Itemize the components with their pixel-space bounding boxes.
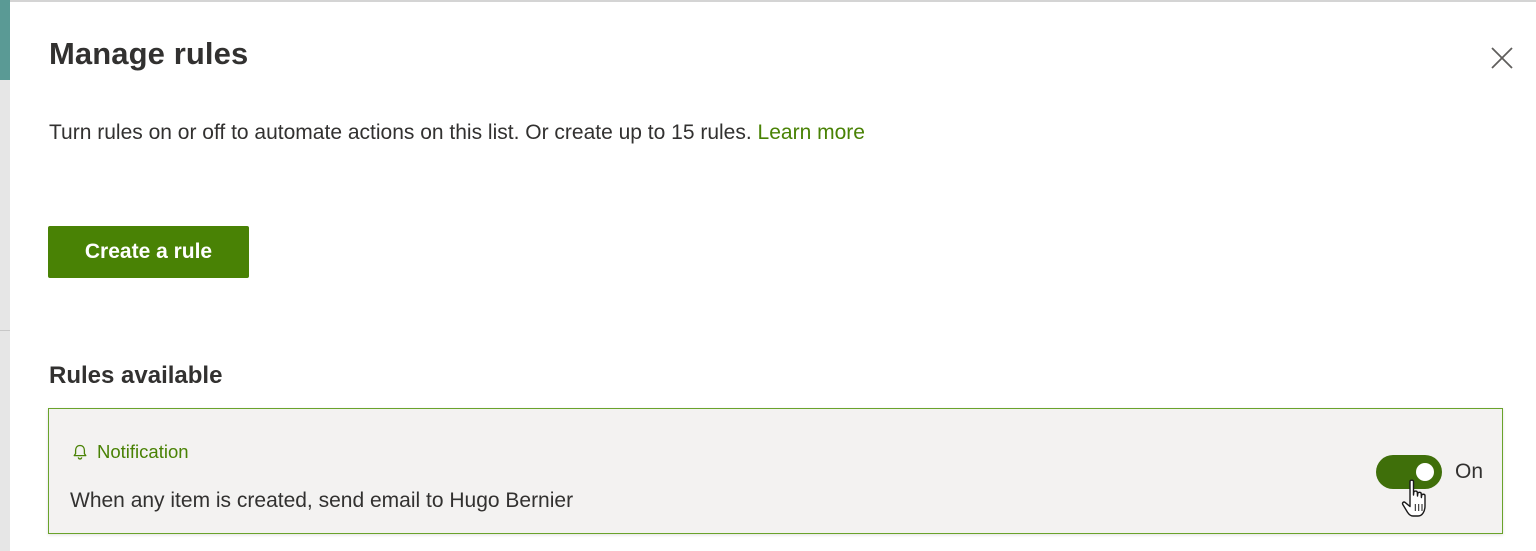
rule-toggle[interactable] — [1376, 455, 1442, 489]
toggle-state-label: On — [1455, 460, 1484, 483]
rule-toggle-group: On — [1376, 455, 1483, 489]
description-text: Turn rules on or off to automate actions… — [49, 121, 752, 144]
background-accent — [0, 0, 10, 80]
rules-available-heading: Rules available — [49, 362, 223, 389]
rule-type: Notification — [71, 441, 189, 463]
create-rule-button[interactable]: Create a rule — [48, 226, 249, 278]
rule-card[interactable]: Notification When any item is created, s… — [48, 408, 1503, 534]
rule-type-label: Notification — [97, 441, 189, 462]
panel-description: Turn rules on or off to automate actions… — [49, 121, 865, 145]
learn-more-link[interactable]: Learn more — [758, 121, 865, 144]
close-icon — [1491, 47, 1513, 69]
background-page-edge — [0, 0, 10, 551]
rule-description: When any item is created, send email to … — [70, 489, 574, 512]
panel-title: Manage rules — [49, 36, 249, 71]
toggle-thumb — [1416, 463, 1434, 481]
manage-rules-panel: Manage rules Turn rules on or off to aut… — [10, 2, 1536, 551]
background-divider — [0, 330, 10, 331]
bell-icon — [71, 443, 89, 461]
manage-rules-screen: Manage rules Turn rules on or off to aut… — [0, 0, 1536, 551]
close-button[interactable] — [1486, 42, 1518, 74]
